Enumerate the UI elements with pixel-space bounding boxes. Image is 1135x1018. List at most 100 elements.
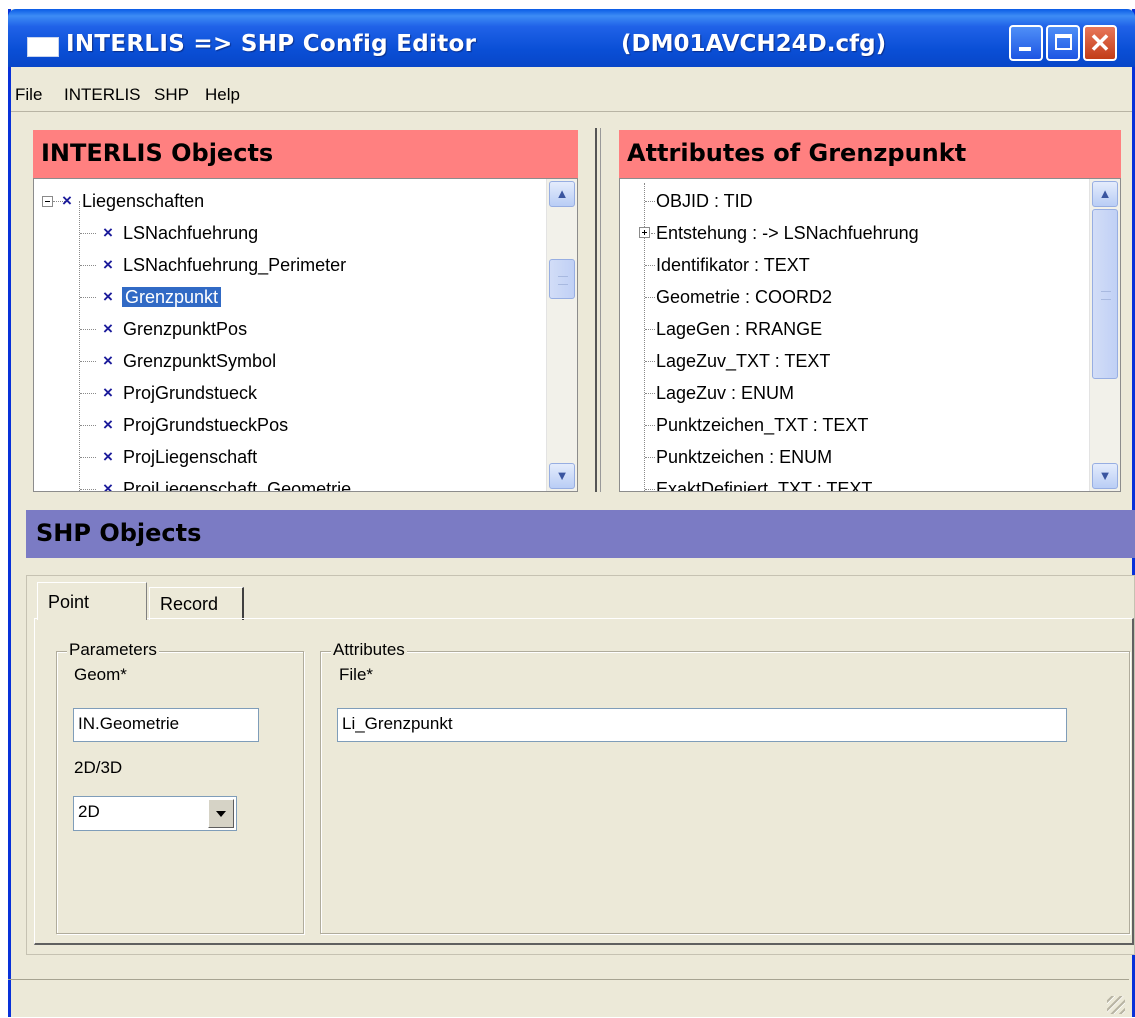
dimension-label: 2D/3D: [74, 758, 123, 777]
attribute-item[interactable]: LageZuv_TXT : TEXT: [656, 345, 830, 377]
tree-line: [645, 265, 655, 266]
tree-item[interactable]: ProjGrundstueck: [123, 377, 257, 409]
attribute-item[interactable]: Entstehung : -> LSNachfuehrung: [656, 217, 919, 249]
scroll-up-icon[interactable]: ▲: [549, 181, 575, 207]
scroll-down-icon[interactable]: ▼: [1092, 463, 1118, 489]
tree-line: [80, 457, 96, 458]
scroll-up-icon[interactable]: ▲: [1092, 181, 1118, 207]
tree-item[interactable]: ProjGrundstueckPos: [123, 409, 288, 441]
attributes-group: Attributes File* Li_Grenzpunkt: [320, 640, 1130, 934]
tree-line: [645, 201, 655, 202]
menu-file[interactable]: File: [15, 85, 42, 105]
tree-item[interactable]: LSNachfuehrung: [123, 217, 258, 249]
tree-line: [79, 201, 80, 491]
minimize-icon: [1019, 47, 1031, 51]
interlis-objects-header: INTERLIS Objects: [33, 130, 578, 178]
attribute-item[interactable]: Geometrie : COORD2: [656, 281, 832, 313]
shp-objects-title: SHP Objects: [36, 519, 202, 547]
minimize-button[interactable]: [1009, 25, 1043, 61]
attributes-title: Attributes of Grenzpunkt: [627, 139, 967, 167]
tree-item-root[interactable]: Liegenschaften: [82, 185, 204, 217]
attribute-item[interactable]: LageZuv : ENUM: [656, 377, 794, 409]
collapse-icon[interactable]: [42, 196, 53, 207]
expand-icon[interactable]: [639, 227, 650, 238]
interlis-tree[interactable]: × Liegenschaften × LSNachfuehrung × LSNa…: [33, 178, 578, 492]
attributes-scrollbar[interactable]: ▲ ▼: [1089, 179, 1120, 491]
attribute-item[interactable]: LageGen : RRANGE: [656, 313, 822, 345]
tree-item[interactable]: ProjLiegenschaft_Geometrie: [123, 473, 351, 491]
scroll-thumb[interactable]: [1092, 209, 1118, 379]
window-title: INTERLIS => SHP Config Editor: [66, 31, 477, 57]
x-class-icon: ×: [103, 447, 113, 466]
x-class-icon: ×: [103, 255, 113, 274]
tree-line: [80, 233, 96, 234]
x-class-icon: ×: [103, 415, 113, 434]
tree-line: [80, 329, 96, 330]
tree-item[interactable]: LSNachfuehrung_Perimeter: [123, 249, 346, 281]
scroll-thumb[interactable]: [549, 259, 575, 299]
interlis-objects-title: INTERLIS Objects: [41, 139, 274, 167]
geom-label: Geom*: [74, 665, 127, 684]
dimension-select[interactable]: 2D: [73, 796, 237, 831]
attributes-header: Attributes of Grenzpunkt: [619, 130, 1121, 178]
file-input[interactable]: Li_Grenzpunkt: [337, 708, 1067, 742]
dimension-value: 2D: [78, 802, 100, 821]
tree-line: [80, 393, 96, 394]
attribute-item[interactable]: ExaktDefiniert_TXT : TEXT: [656, 473, 872, 491]
menu-shp[interactable]: SHP: [154, 85, 189, 105]
tab-page-point: Parameters Geom* IN.Geometrie 2D/3D 2D A…: [34, 618, 1134, 945]
tree-line: [645, 489, 655, 490]
x-class-icon: ×: [62, 191, 72, 210]
maximize-icon: [1055, 34, 1072, 50]
attributes-group-label: Attributes: [331, 640, 407, 660]
attribute-item[interactable]: Punktzeichen_TXT : TEXT: [656, 409, 868, 441]
maximize-button[interactable]: [1046, 25, 1080, 61]
tree-line: [80, 489, 96, 490]
selected-item-label[interactable]: Grenzpunkt: [122, 287, 222, 307]
title-bar[interactable]: INTERLIS => SHP Config Editor (DM01AVCH2…: [8, 9, 1135, 67]
window-file-name: (DM01AVCH24D.cfg): [621, 31, 887, 57]
app-icon: [27, 37, 59, 57]
x-class-icon: ×: [103, 287, 113, 306]
tree-item-selected[interactable]: Grenzpunkt: [122, 281, 222, 313]
tab-record[interactable]: Record: [149, 587, 244, 620]
interlis-scrollbar[interactable]: ▲ ▼: [546, 179, 577, 491]
panel-splitter[interactable]: [595, 128, 601, 492]
close-icon: ✕: [1089, 28, 1111, 58]
attribute-item[interactable]: Identifikator : TEXT: [656, 249, 810, 281]
attributes-tree[interactable]: OBJID : TID Entstehung : -> LSNachfuehru…: [619, 178, 1121, 492]
attribute-item[interactable]: Punktzeichen : ENUM: [656, 441, 832, 473]
shp-objects-header: SHP Objects: [26, 510, 1135, 558]
tree-line: [80, 361, 96, 362]
interlis-objects-panel: INTERLIS Objects × Liegenschaften × LSNa…: [33, 130, 578, 492]
chevron-down-icon[interactable]: [208, 799, 234, 828]
x-class-icon: ×: [103, 319, 113, 338]
menu-interlis[interactable]: INTERLIS: [64, 85, 141, 105]
tree-line: [80, 297, 96, 298]
tree-line: [645, 361, 655, 362]
menu-help[interactable]: Help: [205, 85, 240, 105]
tree-line: [645, 297, 655, 298]
file-label: File*: [339, 665, 374, 684]
tree-line: [645, 393, 655, 394]
x-class-icon: ×: [103, 223, 113, 242]
tree-item[interactable]: GrenzpunktPos: [123, 313, 247, 345]
tree-line: [645, 457, 655, 458]
geom-input[interactable]: IN.Geometrie: [73, 708, 259, 742]
menu-bar: File INTERLIS SHP Help: [11, 77, 1132, 112]
parameters-group-label: Parameters: [67, 640, 159, 660]
x-class-icon: ×: [103, 351, 113, 370]
tree-item[interactable]: GrenzpunktSymbol: [123, 345, 276, 377]
tree-item[interactable]: ProjLiegenschaft: [123, 441, 257, 473]
attribute-item[interactable]: OBJID : TID: [656, 185, 753, 217]
attributes-panel: Attributes of Grenzpunkt OBJID : TID Ent…: [619, 130, 1121, 492]
tree-line: [645, 329, 655, 330]
close-button[interactable]: ✕: [1083, 25, 1117, 61]
tree-line: [651, 233, 655, 234]
tab-point[interactable]: Point: [37, 582, 147, 620]
tree-line: [80, 425, 96, 426]
scroll-down-icon[interactable]: ▼: [549, 463, 575, 489]
shp-tab-control: Point Record Parameters Geom* IN.Geometr…: [26, 575, 1135, 955]
parameters-group: Parameters Geom* IN.Geometrie 2D/3D 2D: [56, 640, 304, 934]
tree-line: [645, 425, 655, 426]
